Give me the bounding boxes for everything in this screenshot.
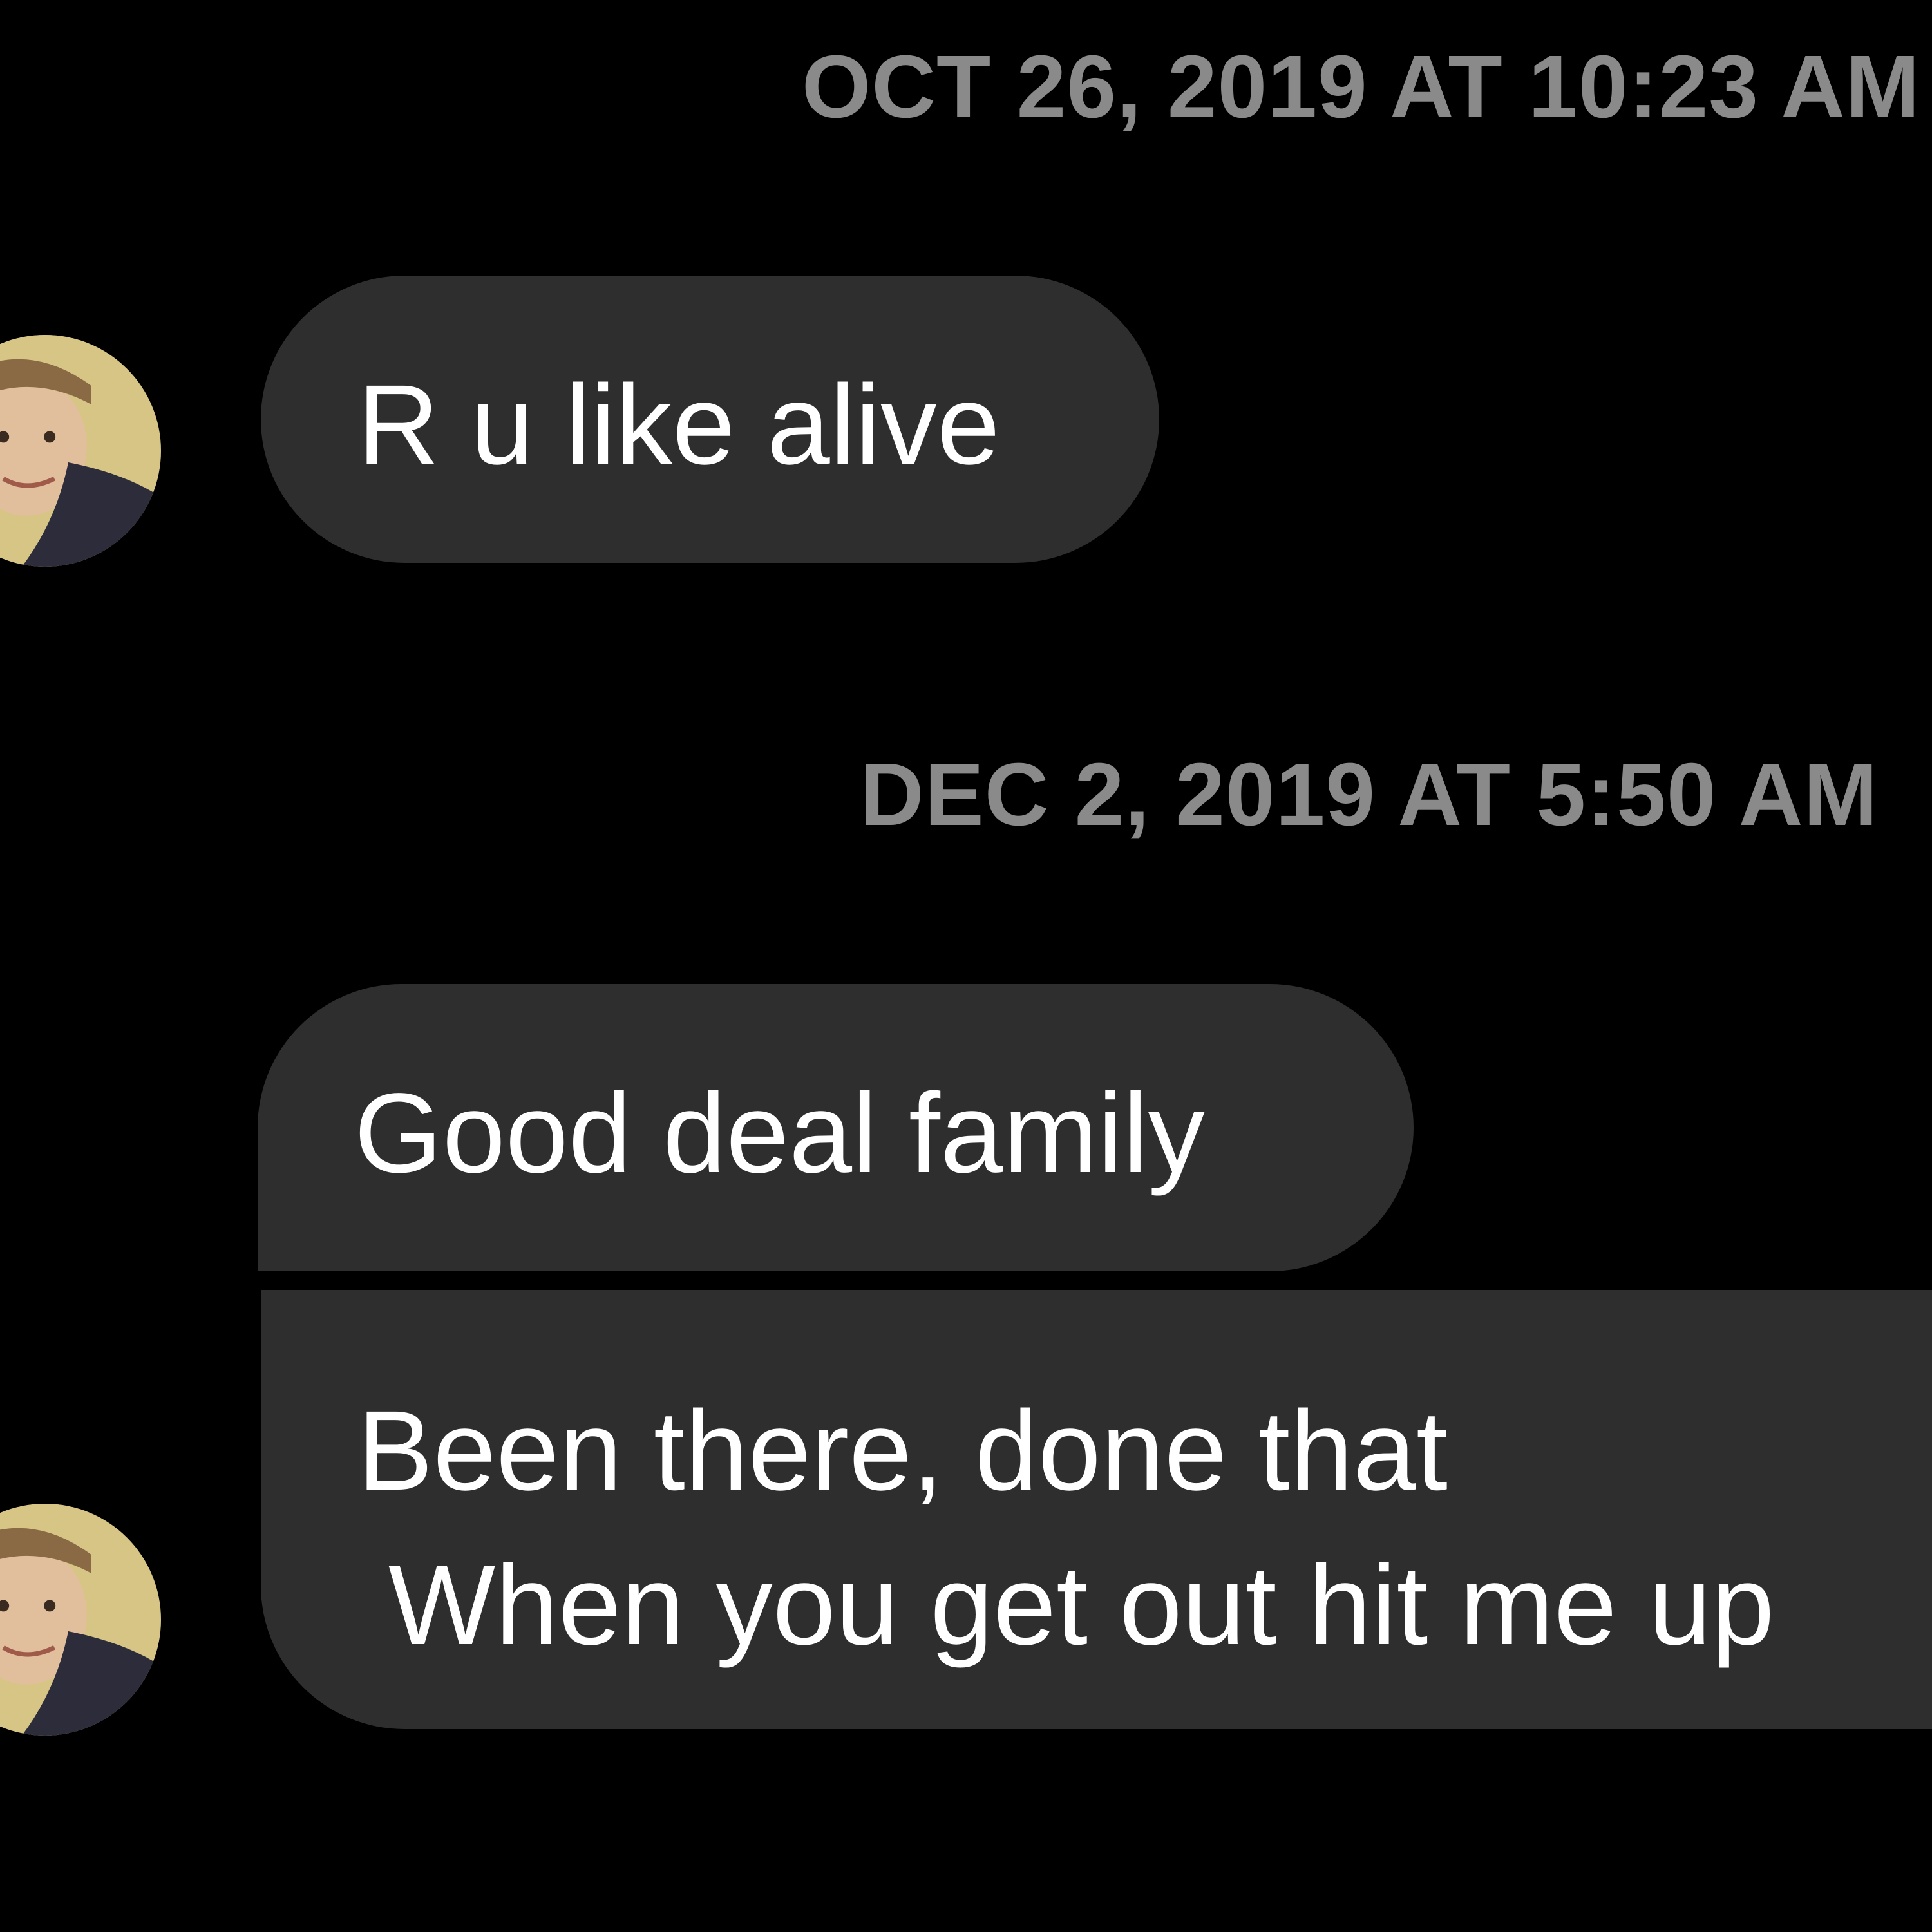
message-timestamp: DEC 2, 2019 AT 5:50 AM — [860, 745, 1879, 844]
contact-avatar[interactable] — [0, 335, 161, 567]
message-text: When you get out hit me up — [388, 1542, 1775, 1669]
message-timestamp: OCT 26, 2019 AT 10:23 AM — [802, 37, 1920, 137]
contact-avatar[interactable] — [0, 1504, 161, 1736]
message-text: R u like alive — [357, 362, 1000, 488]
message-text: Been there, done that — [357, 1388, 1448, 1514]
message-bubble[interactable]: R u like alive — [261, 276, 1159, 563]
message-bubble[interactable]: Been there, done that When you get out h… — [261, 1290, 1932, 1729]
avatar-photo-icon — [0, 335, 161, 567]
message-text: Good deal family — [354, 1070, 1205, 1197]
message-bubble[interactable]: Good deal family — [258, 984, 1414, 1271]
avatar-photo-icon — [0, 1504, 161, 1736]
